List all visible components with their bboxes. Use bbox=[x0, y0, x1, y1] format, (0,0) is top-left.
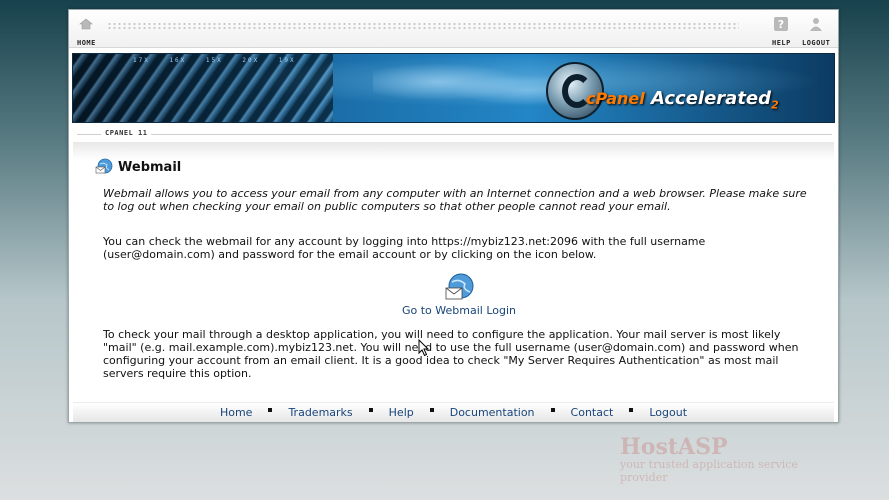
webmail-globe-icon bbox=[95, 158, 113, 174]
logout-label: LOGOUT bbox=[802, 39, 831, 47]
desktop-client-note: To check your mail through a desktop app… bbox=[103, 328, 799, 380]
help-label: HELP bbox=[772, 39, 791, 47]
dotted-divider bbox=[107, 22, 739, 30]
footer-separator bbox=[268, 407, 273, 412]
user-icon bbox=[808, 16, 824, 32]
hostasp-watermark: HostASP your trusted application service… bbox=[620, 434, 810, 484]
breadcrumb-label[interactable]: CPANEL 11 bbox=[101, 129, 152, 137]
webmail-intro-text: Webmail allows you to access your email … bbox=[103, 187, 807, 213]
logo-text: cPanel Accelerated2 bbox=[586, 88, 779, 112]
breadcrumb: CPANEL 11 bbox=[77, 128, 832, 142]
footer-link-home[interactable]: Home bbox=[218, 406, 254, 419]
webmail-login-label[interactable]: Go to Webmail Login bbox=[389, 304, 529, 317]
footer-separator bbox=[550, 407, 555, 412]
logout-button[interactable]: LOGOUT bbox=[802, 16, 830, 47]
home-button[interactable]: HOME bbox=[77, 16, 96, 47]
cpanel-accelerated-logo: cPanel Accelerated2 bbox=[546, 62, 806, 120]
footer-links: Home Trademarks Help Documentation Conta… bbox=[73, 402, 834, 422]
svg-text:?: ? bbox=[778, 18, 784, 31]
logo-version: 2 bbox=[771, 98, 779, 112]
banner-numbers: 17X 16X 15X 20X 19X bbox=[133, 57, 296, 64]
webmail-instructions-text: You can check the webmail for any accoun… bbox=[103, 235, 706, 261]
logo-cpanel: cPanel bbox=[586, 89, 645, 108]
footer-separator bbox=[429, 407, 434, 412]
help-button[interactable]: ? HELP bbox=[772, 16, 791, 47]
mouse-cursor-icon bbox=[418, 339, 430, 357]
footer-link-help[interactable]: Help bbox=[387, 406, 416, 419]
logo-accelerated: Accelerated bbox=[651, 88, 772, 109]
page-title-text: Webmail bbox=[118, 159, 182, 175]
webmail-login-icon bbox=[445, 273, 474, 300]
cpanel-banner: 17X 16X 15X 20X 19X cPanel Accelerated2 bbox=[72, 53, 835, 123]
watermark-brand: HostASP bbox=[620, 434, 728, 460]
top-navigation-bar: HOME ? HELP LOGOUT bbox=[69, 10, 838, 48]
footer-link-logout[interactable]: Logout bbox=[647, 406, 689, 419]
footer-separator bbox=[368, 407, 373, 412]
network-cables-image bbox=[73, 54, 333, 122]
footer-separator bbox=[629, 407, 634, 412]
footer-link-trademarks[interactable]: Trademarks bbox=[286, 406, 354, 419]
footer-link-contact[interactable]: Contact bbox=[569, 406, 616, 419]
page-title: Webmail bbox=[95, 158, 181, 176]
home-icon bbox=[78, 16, 94, 32]
help-icon: ? bbox=[773, 16, 789, 32]
watermark-tagline: your trusted application service provide… bbox=[620, 458, 798, 484]
cpanel-window: HOME ? HELP LOGOUT 17X 16X 15X 20X 19X c… bbox=[68, 9, 839, 423]
home-label: HOME bbox=[77, 39, 96, 47]
footer-link-documentation[interactable]: Documentation bbox=[448, 406, 537, 419]
webmail-login-link[interactable]: Go to Webmail Login bbox=[389, 273, 529, 317]
